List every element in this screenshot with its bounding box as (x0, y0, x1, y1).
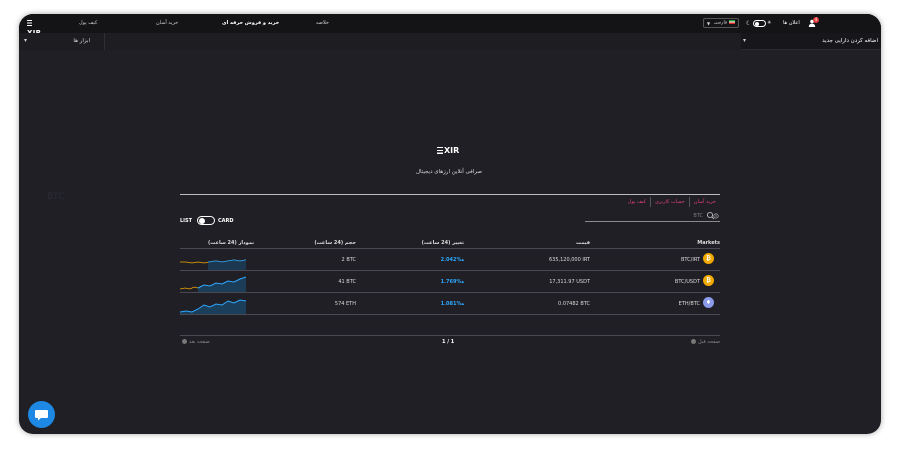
market-volume: 2 BTC (341, 257, 356, 263)
app-window: XIR کیف پول خرید آسان خرید و فروش حرفه ا… (19, 14, 881, 434)
moon-icon: ☾ (746, 20, 752, 27)
theme-toggle-knob (754, 21, 759, 26)
table-header: Markets قیمت تغییر (24 ساعت) حجم (24 ساع… (180, 236, 720, 249)
iran-flag-icon (729, 20, 735, 24)
market-volume: 574 ETH (334, 301, 356, 307)
header-chart: نمودار (24 ساعت) (208, 240, 255, 246)
market-price: 635,120,000 IRT (548, 257, 590, 263)
caret-down-icon: ▾ (743, 37, 747, 44)
card-label: CARD (218, 218, 234, 224)
caret-down-icon: ▾ (24, 37, 28, 44)
table-row[interactable]: ♦ ETH/BTC 0.07482 BTC 1.081%▴ 574 ETH (180, 293, 720, 315)
header-markets: Markets (697, 240, 720, 246)
market-change: 1.769%▴ (440, 279, 464, 285)
search-input[interactable] (585, 210, 703, 221)
header-volume: حجم (24 ساعت) (314, 240, 356, 246)
sparkline-chart (180, 299, 246, 314)
page-indicator: 1 / 1 (442, 339, 455, 345)
previous-arrow-icon (691, 339, 697, 344)
tools-label: ابزار ها (73, 38, 90, 44)
next-page-button[interactable]: صفحه بعد (180, 339, 210, 345)
list-card-toggle[interactable]: LIST CARD (180, 216, 236, 226)
header-price: قیمت (576, 240, 590, 246)
toggle-knob (198, 217, 205, 224)
bitcoin-icon: ₿ (703, 275, 714, 286)
market-volume: 41 BTC (338, 279, 356, 285)
notification-count-badge: 4 (813, 17, 819, 23)
notifications-label: اعلان ها (783, 20, 800, 26)
toolbar: ابزار ها ▾ اضافه کردن دارایی جدید ▾ (19, 33, 881, 50)
bitcoin-icon: ₿ (703, 253, 714, 264)
market-change: 1.081%▴ (440, 301, 464, 307)
sun-icon: ☀ (767, 20, 772, 26)
background-symbol: BTC (47, 192, 65, 202)
add-asset-dropdown[interactable]: اضافه کردن دارایی جدید ▾ (741, 33, 881, 50)
table-row[interactable]: ₿ BTC/IRT 635,120,000 IRT 2.042%▴ 2 BTC (180, 249, 720, 271)
previous-page-button[interactable]: صفحه قبل (689, 339, 720, 345)
language-select[interactable]: فارسی ▼ (703, 18, 739, 28)
market-pair: BTC/IRT (680, 257, 700, 263)
market-price: 0.07482 BTC (558, 301, 590, 307)
pagination: صفحه قبل 1 / 1 صفحه بعد (180, 335, 720, 347)
theme-toggle[interactable]: ☾ ☀ (746, 19, 772, 28)
sparkline-chart (180, 259, 246, 270)
top-navbar: XIR کیف پول خرید آسان خرید و فروش حرفه ا… (19, 14, 881, 37)
nav-summary[interactable]: خلاصه (316, 20, 329, 26)
market-pair: ETH/BTC (678, 301, 700, 307)
chat-icon (35, 410, 48, 421)
market-price: 17,311.97 USDT (549, 279, 590, 285)
market-search (585, 210, 720, 222)
quick-link-easy-buy[interactable]: خرید آسان (688, 197, 720, 207)
quick-link-wallet[interactable]: کیف پول (624, 197, 650, 207)
header-change: تغییر (24 ساعت) (421, 240, 464, 246)
quick-links: خرید آسانحساب کاربریکیف پول (624, 197, 720, 208)
tools-dropdown[interactable]: ابزار ها ▾ (19, 33, 105, 50)
search-icon[interactable] (705, 210, 719, 221)
markets-table: Markets قیمت تغییر (24 ساعت) حجم (24 ساع… (180, 236, 720, 315)
add-asset-label: اضافه کردن دارایی جدید (822, 38, 878, 44)
nav-quick-trade[interactable]: خرید آسان (156, 20, 178, 26)
nav-pro-trade[interactable]: خرید و فروش حرفه ای (222, 20, 279, 26)
asset-strip (105, 33, 741, 50)
divider (180, 194, 720, 195)
exir-logo[interactable]: XIR (27, 18, 47, 37)
quick-link-account[interactable]: حساب کاربری (650, 197, 689, 207)
caret-down-icon: ▼ (707, 21, 711, 26)
exir-logo-center: XIR (437, 145, 465, 157)
sparkline-chart (180, 276, 246, 292)
list-label: LIST (180, 218, 193, 224)
table-row[interactable]: ₿ BTC/USDT 17,311.97 USDT 1.769%▴ 41 BTC (180, 271, 720, 293)
support-chat-button[interactable] (28, 401, 55, 428)
market-change: 2.042%▴ (440, 257, 464, 263)
next-arrow-icon (182, 339, 187, 344)
ethereum-icon: ♦ (703, 297, 714, 308)
market-pair: BTC/USDT (674, 279, 700, 285)
hero-tagline: صرافی آنلاین ارزهای دیجیتال (416, 169, 482, 175)
notifications-button[interactable]: اعلان ها 4 (783, 17, 819, 29)
nav-wallet[interactable]: کیف پول (79, 20, 97, 26)
